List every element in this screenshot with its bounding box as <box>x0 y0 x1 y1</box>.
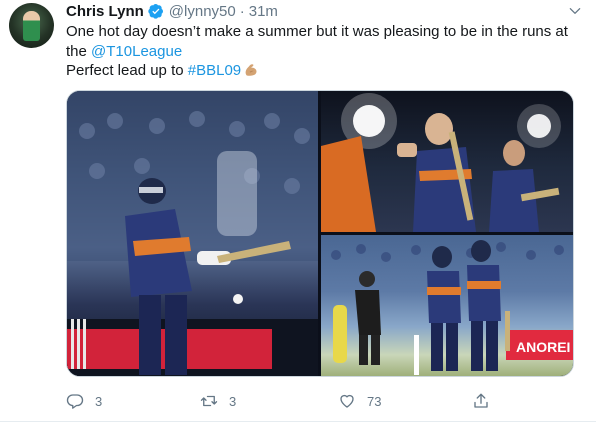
retweet-count: 3 <box>229 393 237 409</box>
tweet-text-line-2: the @T10League <box>66 42 586 62</box>
tweet-text: One hot day doesn’t make a summer but it… <box>66 22 586 81</box>
banner-text: ANOREI <box>516 339 570 355</box>
photo-batsman-shot-art <box>67 91 318 376</box>
timestamp-link[interactable]: 31m <box>249 3 278 20</box>
author-name[interactable]: Chris Lynn <box>66 3 144 20</box>
hashtag-link[interactable]: #BBL09 <box>188 62 241 79</box>
photo-celebration[interactable] <box>321 91 573 232</box>
tweet-card[interactable]: Chris Lynn @lynny50 · 31m One hot day do… <box>0 0 596 422</box>
retweet-button[interactable]: 3 <box>200 392 236 410</box>
photo-batsmen-walking-art: ANOREI <box>331 240 573 375</box>
chevron-down-icon[interactable] <box>568 4 582 18</box>
avatar-figure <box>23 11 40 41</box>
tweet-text-fragment: the <box>66 42 92 60</box>
flexed-biceps-icon <box>245 64 257 76</box>
share-icon <box>474 393 488 408</box>
author-handle[interactable]: @lynny50 <box>169 3 236 20</box>
retweet-icon <box>200 395 218 407</box>
like-button[interactable]: 73 <box>338 392 381 410</box>
tweet-text-line-3: Perfect lead up to #BBL09 <box>66 61 586 81</box>
mention-link[interactable]: @T10League <box>91 43 182 60</box>
share-button[interactable] <box>472 392 490 410</box>
media-grid: ANOREI <box>66 90 574 377</box>
photo-celebration-art <box>321 93 561 232</box>
verified-badge-icon <box>148 4 163 19</box>
reply-button[interactable]: 3 <box>66 392 102 410</box>
avatar[interactable] <box>9 3 54 48</box>
reply-count: 3 <box>95 393 103 409</box>
photo-batsman-shot[interactable] <box>67 91 318 376</box>
like-count: 73 <box>367 393 382 409</box>
tweet-header: Chris Lynn @lynny50 · 31m <box>66 2 278 20</box>
reply-icon <box>66 394 84 409</box>
tweet-text-fragment: Perfect lead up to <box>66 62 188 79</box>
tweet-text-line-1: One hot day doesn’t make a summer but it… <box>66 23 568 40</box>
heart-icon <box>340 394 354 408</box>
tweet-actions: 3 3 73 <box>66 392 506 412</box>
separator-dot: · <box>239 2 245 20</box>
photo-batsmen-walking[interactable]: ANOREI <box>321 235 573 376</box>
